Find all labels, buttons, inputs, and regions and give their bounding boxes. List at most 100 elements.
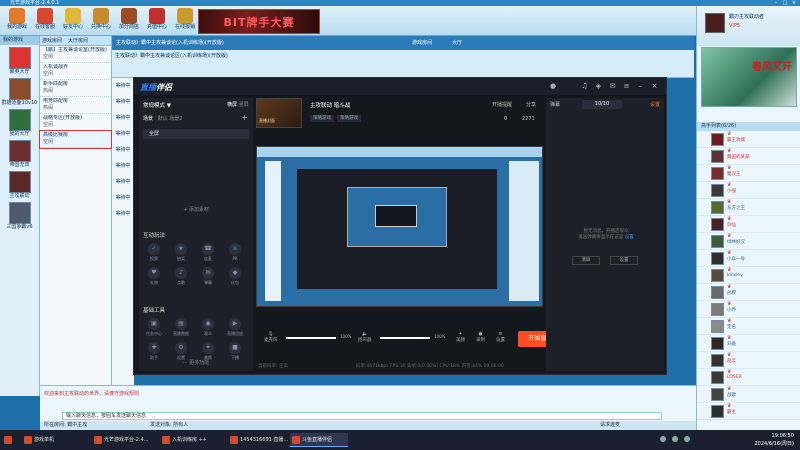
toolbar-item[interactable]: 好友中心 bbox=[60, 8, 86, 36]
list-item[interactable]: 高级比赛房 空闲 bbox=[39, 130, 112, 149]
list-item[interactable]: ♛ 小兵一号 bbox=[697, 250, 800, 267]
seat-status[interactable]: 等待中 bbox=[112, 206, 134, 222]
seat-status[interactable]: 等待中 bbox=[112, 126, 134, 142]
feature-button[interactable]: ♪ 点歌 bbox=[170, 267, 192, 286]
game-item[interactable]: 群雄逐鹿10v10 bbox=[2, 78, 38, 107]
game-item[interactable]: 帝国无双 bbox=[2, 140, 38, 169]
add-source-button[interactable]: + 添加素材 bbox=[139, 206, 253, 213]
game-item[interactable]: 我的大厅 bbox=[2, 109, 38, 138]
feature-button[interactable]: ★ 抽奖 bbox=[170, 243, 192, 262]
list-item[interactable]: ♛ 小强 bbox=[697, 182, 800, 199]
list-item[interactable]: ♛ 剑仙 bbox=[697, 216, 800, 233]
feature-button[interactable]: ⚔ PK bbox=[224, 243, 246, 262]
toolbar-item[interactable]: 在线报销 bbox=[172, 8, 198, 36]
list-item[interactable]: ♛ 魏国的某某 bbox=[697, 148, 800, 165]
network-icon[interactable] bbox=[660, 436, 666, 442]
list-item[interactable]: ♛ 东方之王 bbox=[697, 199, 800, 216]
promo-banner[interactable]: 春风又开 bbox=[701, 47, 797, 107]
tab-portrait[interactable]: 竖屏 bbox=[239, 102, 249, 108]
seat-status[interactable]: 等待中 bbox=[112, 110, 134, 126]
danmaku-options-button[interactable]: 设置 bbox=[610, 256, 638, 265]
menu-icon[interactable]: ≡ bbox=[622, 82, 631, 91]
feature-button[interactable]: ◆ 红包 bbox=[224, 267, 246, 286]
mode-select[interactable]: 常规模式 ▼ bbox=[143, 101, 171, 109]
taskbar-item[interactable]: 光芒游戏平台-2.4... bbox=[92, 433, 152, 447]
tag-2[interactable]: 策略游戏 bbox=[337, 115, 361, 122]
speaker-button[interactable]: 🔈 扬声器 bbox=[358, 332, 372, 343]
chat-room-select[interactable]: 所在房间: 霸中主攻 bbox=[44, 421, 87, 430]
scene-item-fullscreen[interactable]: 全屏 bbox=[143, 129, 249, 139]
start-button[interactable] bbox=[2, 433, 20, 447]
request-mic-button[interactable]: 请求连麦 bbox=[600, 421, 620, 430]
tab-hall-rooms[interactable]: 大厅房间 bbox=[66, 36, 90, 46]
system-clock[interactable]: 19:06:50 2024/6/16(周日) bbox=[754, 432, 794, 448]
toolbar-item[interactable]: 我的游戏 bbox=[4, 8, 30, 36]
share-button[interactable]: 分享 bbox=[526, 101, 536, 108]
list-item[interactable]: 入机谈战界 空闲 bbox=[40, 63, 111, 80]
tab-game-room[interactable]: 游戏房间 bbox=[412, 36, 432, 50]
feature-button[interactable]: ♥ 礼物 bbox=[143, 267, 165, 286]
danmaku-link[interactable]: 设置 bbox=[625, 235, 634, 240]
user-avatar[interactable]: ● bbox=[550, 82, 556, 90]
notify-button[interactable]: 开播提醒 bbox=[492, 101, 512, 108]
settings-button[interactable]: ⚙ 设置 bbox=[496, 332, 505, 343]
minimize-icon[interactable]: – bbox=[636, 82, 645, 91]
add-scene-icon[interactable]: + bbox=[241, 113, 248, 122]
seat-status[interactable]: 等待中 bbox=[112, 190, 134, 206]
close-icon[interactable]: × bbox=[650, 82, 659, 91]
list-item[interactable]: ♛ 孙权 bbox=[697, 284, 800, 301]
list-item[interactable]: ♛ 小乔 bbox=[697, 301, 800, 318]
toolbar-item[interactable]: 充值中心 bbox=[144, 8, 170, 36]
seat-status[interactable]: 等待中 bbox=[112, 78, 134, 94]
toolbar-item[interactable]: 加分商店 bbox=[116, 8, 142, 36]
tab-hall[interactable]: 大厅 bbox=[452, 36, 462, 50]
headset-icon[interactable]: ♫ bbox=[580, 82, 589, 91]
more-features-button[interactable]: ··· 更多功能 bbox=[139, 359, 253, 366]
feature-button[interactable]: ▤ 直播数据 bbox=[170, 318, 192, 337]
seat-status[interactable]: 等待中 bbox=[112, 174, 134, 190]
list-item[interactable]: ♛ 蜀汉王 bbox=[697, 165, 800, 182]
stream-title[interactable]: 主攻联动 暗斗战 bbox=[310, 101, 350, 109]
mail-icon[interactable]: ✉ bbox=[608, 82, 617, 91]
feature-button[interactable]: ✉ 弹幕 bbox=[197, 267, 219, 286]
list-item[interactable]: ♛ 霸主 bbox=[697, 403, 800, 420]
danmaku-settings-link[interactable]: 设置 bbox=[650, 101, 660, 108]
taskbar-item[interactable]: 游戏单机 bbox=[22, 433, 82, 447]
skin-icon[interactable]: ◈ bbox=[594, 82, 603, 91]
list-item[interactable]: ♛ 绿林好汉 bbox=[697, 233, 800, 250]
stream-preview-canvas[interactable] bbox=[256, 146, 543, 307]
feature-button[interactable]: ✓ 投票 bbox=[143, 243, 165, 262]
taskbar-item[interactable]: 斗鱼直播伴侣 bbox=[290, 433, 348, 447]
tab-game-rooms[interactable]: 游戏房间 bbox=[40, 36, 64, 46]
ime-icon[interactable] bbox=[684, 436, 690, 442]
tag-1[interactable]: 策略游戏 bbox=[310, 115, 334, 122]
avatar[interactable] bbox=[705, 13, 725, 33]
mic-button[interactable]: 🎙 麦克风 bbox=[264, 332, 278, 343]
feature-button[interactable]: ◉ 观众 bbox=[197, 318, 219, 337]
event-banner[interactable]: BIT牌手大赛 bbox=[198, 9, 320, 34]
feature-button[interactable]: ▣ 任务中心 bbox=[143, 318, 165, 337]
clear-danmaku-button[interactable]: 清屏 bbox=[572, 256, 600, 265]
list-item[interactable]: ♛ kinsley bbox=[697, 267, 800, 284]
feature-button[interactable]: ☎ 连麦 bbox=[197, 243, 219, 262]
list-item[interactable]: 电竞匹配房 热闹 bbox=[40, 97, 111, 114]
tab-landscape[interactable]: 横屏 bbox=[227, 102, 237, 108]
chat-input[interactable]: 输入聊天信息，按回车发送聊天信息 bbox=[62, 412, 662, 420]
seat-status[interactable]: 等待中 bbox=[112, 94, 134, 110]
seat-status[interactable]: 等待中 bbox=[112, 158, 134, 174]
list-item[interactable]: ♛ 无名 bbox=[697, 318, 800, 335]
seat-status[interactable]: 等待中 bbox=[112, 142, 134, 158]
list-item[interactable]: ♛ LOSER bbox=[697, 369, 800, 386]
feature-button[interactable]: ▶ 直播回放 bbox=[224, 318, 246, 337]
taskbar-item[interactable]: 1454316691·直播... bbox=[228, 433, 288, 447]
list-item[interactable]: 新手匹配房 热闹 bbox=[40, 80, 111, 97]
list-item[interactable]: 战略专区(开放版) 空闲 bbox=[40, 114, 111, 131]
tab-scene[interactable]: 场景 bbox=[143, 116, 153, 122]
toolbar-item[interactable]: 兑换中心 bbox=[88, 8, 114, 36]
chat-target-select[interactable]: 发送对象: 所有人 bbox=[150, 421, 188, 430]
list-item[interactable]: ♛ 战歌 bbox=[697, 386, 800, 403]
game-item[interactable]: 主攻联动 bbox=[2, 171, 38, 200]
game-item[interactable]: 聚英大厅 bbox=[2, 47, 38, 76]
taskbar-item[interactable]: 入机训练房 ++ bbox=[160, 433, 220, 447]
record-button[interactable]: ● 录制 bbox=[476, 332, 485, 343]
